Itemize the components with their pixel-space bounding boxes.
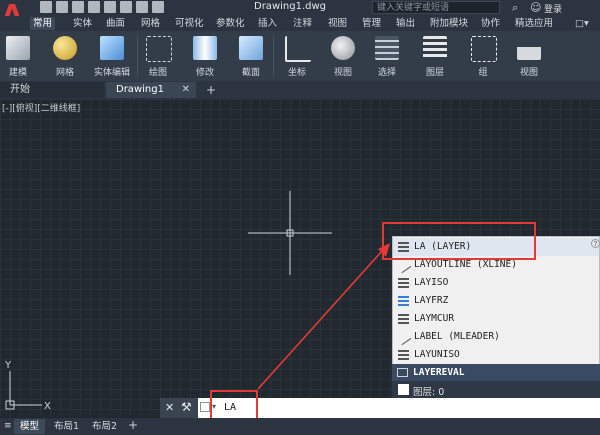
tab-model[interactable]: 模型 xyxy=(14,419,46,434)
section-plane-icon xyxy=(239,36,263,60)
tab-home[interactable]: 常用 xyxy=(30,17,56,30)
polyline-icon xyxy=(146,36,172,62)
ribbon-mesh-button[interactable]: 网格 xyxy=(50,34,80,78)
tab-addins[interactable]: 附加模块 xyxy=(427,17,471,30)
save-as-icon[interactable] xyxy=(88,1,100,13)
tab-start[interactable]: 开始 xyxy=(0,82,104,98)
ribbon-solid-edit-button[interactable]: 实体编辑 xyxy=(92,34,132,78)
add-tab-icon[interactable]: + xyxy=(204,82,218,98)
tab-view[interactable]: 视图 xyxy=(325,17,350,30)
tab-manage[interactable]: 管理 xyxy=(359,17,384,30)
autocomplete-item-layereval[interactable]: LAYEREVAL xyxy=(392,364,600,381)
ribbon-selection-button[interactable]: 选择 xyxy=(372,34,402,78)
window-title: Drawing1.dwg xyxy=(254,1,326,12)
ribbon-view-button[interactable]: 视图 xyxy=(328,34,358,78)
layer-unisolate-icon xyxy=(398,350,409,360)
undo-icon[interactable] xyxy=(136,1,148,13)
tab-layout2[interactable]: 布局2 xyxy=(86,419,123,434)
autocomplete-item-layiso[interactable]: LAYISO xyxy=(393,274,599,292)
open-file-icon[interactable] xyxy=(56,1,68,13)
leader-icon xyxy=(395,329,412,346)
autocomplete-item-layuniso[interactable]: LAYUNISO xyxy=(393,346,599,364)
file-tab-bar: 开始 Drawing1 ✕ + xyxy=(0,81,600,99)
plot-icon[interactable] xyxy=(104,1,116,13)
tab-surface[interactable]: 曲面 xyxy=(103,17,128,30)
tab-layout1[interactable]: 布局1 xyxy=(48,419,85,434)
layer-swatch xyxy=(398,384,409,395)
tab-drawing1[interactable]: Drawing1 ✕ xyxy=(106,82,196,98)
tab-collaborate[interactable]: 协作 xyxy=(478,17,503,30)
crosshair-cursor xyxy=(248,191,332,275)
ribbon-draw-button[interactable]: 绘图 xyxy=(143,34,173,78)
ucs-axis-icon xyxy=(285,36,311,62)
layereval-icon xyxy=(397,368,408,377)
user-icon[interactable]: ☺ xyxy=(530,1,541,14)
group-icon xyxy=(471,36,497,62)
annotation-arrow xyxy=(257,243,390,390)
viewport-icon xyxy=(517,36,541,60)
tab-parametric[interactable]: 参数化 xyxy=(213,17,248,30)
close-icon[interactable]: ✕ xyxy=(182,82,190,98)
autocomplete-item-label[interactable]: LABEL (MLEADER) xyxy=(393,328,599,346)
search-icon[interactable]: ⌕ xyxy=(512,1,518,15)
layer-freeze-icon xyxy=(398,296,409,306)
help-icon[interactable]: ? xyxy=(591,239,600,248)
solid-edit-icon xyxy=(100,36,124,60)
add-layout-icon[interactable]: + xyxy=(128,418,138,432)
highlight-box-la-layer xyxy=(382,222,536,260)
redo-icon[interactable] xyxy=(152,1,164,13)
view-render-icon xyxy=(331,36,355,60)
tab-solid[interactable]: 实体 xyxy=(70,17,95,30)
title-bar: A Drawing1.dwg 键入关键字或短语 ⌕ ☺ 登录 xyxy=(0,0,600,29)
ucs-icon: Y X xyxy=(4,360,51,412)
new-file-icon[interactable] xyxy=(40,1,52,13)
search-input[interactable]: 键入关键字或短语 xyxy=(372,1,500,14)
tab-featured-apps[interactable]: 精选应用 xyxy=(512,17,556,30)
tab-annotate[interactable]: 注释 xyxy=(290,17,315,30)
save-icon[interactable] xyxy=(72,1,84,13)
close-icon[interactable]: ✕ xyxy=(165,401,174,414)
command-prompt-icon[interactable] xyxy=(200,402,210,412)
wrench-icon[interactable]: ⚒ xyxy=(181,400,192,414)
ribbon-layers-button[interactable]: 图层 xyxy=(420,34,450,78)
ucs-y-label: Y xyxy=(4,360,12,371)
ribbon-options-icon[interactable]: □▾ xyxy=(572,17,592,30)
scroll-left-icon[interactable]: ≡ xyxy=(4,421,12,431)
box-icon xyxy=(6,36,30,60)
tab-mesh[interactable]: 网格 xyxy=(138,17,163,30)
layout-tab-bar: ≡ 模型 布局1 布局2 + xyxy=(0,418,600,435)
ribbon-panel: 建模 网格 实体编辑 绘图 修改 截面 坐标 视图 选择 图层 组 视图 xyxy=(0,31,600,82)
layers-icon xyxy=(423,36,447,60)
layer-status[interactable]: 图层: 0 xyxy=(392,381,600,398)
ribbon-modify-button[interactable]: 修改 xyxy=(190,34,220,78)
modify-icon xyxy=(193,36,217,60)
ribbon-tabs: 常用 实体 曲面 网格 可视化 参数化 插入 注释 视图 管理 输出 附加模块 … xyxy=(0,16,600,31)
login-link[interactable]: 登录 xyxy=(544,2,562,15)
ribbon-group-button[interactable]: 组 xyxy=(468,34,498,78)
ribbon-modeling-button[interactable]: 建模 xyxy=(4,34,32,78)
tab-output[interactable]: 输出 xyxy=(393,17,418,30)
command-line-controls: ✕ ⚒ xyxy=(160,398,198,418)
autocomplete-item-layfrz[interactable]: LAYFRZ xyxy=(393,292,599,310)
autocomplete-item-laymcur[interactable]: LAYMCUR xyxy=(393,310,599,328)
layer-current-icon xyxy=(398,314,409,324)
layer-isolate-icon xyxy=(398,278,409,288)
selection-grid-icon xyxy=(375,36,399,60)
ribbon-ucs-button[interactable]: 坐标 xyxy=(282,34,312,78)
tab-visualize[interactable]: 可视化 xyxy=(172,17,207,30)
tab-insert[interactable]: 插入 xyxy=(255,17,280,30)
ucs-x-label: X xyxy=(44,401,51,412)
sphere-icon xyxy=(53,36,77,60)
ribbon-viewport-button[interactable]: 视图 xyxy=(514,34,544,78)
xline-icon xyxy=(395,257,412,274)
ribbon-section-button[interactable]: 截面 xyxy=(236,34,266,78)
quick-access-toolbar xyxy=(40,1,164,13)
web-icon[interactable] xyxy=(120,1,132,13)
